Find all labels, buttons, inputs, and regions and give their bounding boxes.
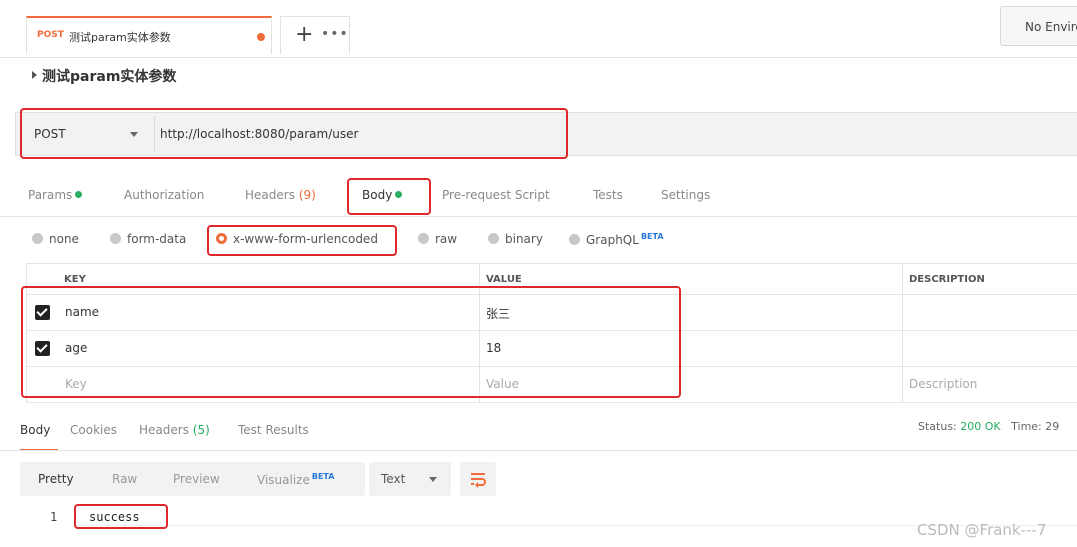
view-pretty-button[interactable]: Pretty — [38, 472, 74, 486]
response-tab-cookies[interactable]: Cookies — [70, 423, 117, 437]
headers-count: (9) — [298, 188, 316, 202]
body-type-radios: none form-data x-www-form-urlencoded raw… — [0, 228, 1077, 254]
chevron-down-icon — [429, 477, 437, 482]
column-header-description: DESCRIPTION — [909, 274, 985, 285]
wrap-lines-button[interactable] — [460, 462, 496, 496]
radio-none[interactable]: none — [32, 232, 79, 246]
more-icon[interactable]: ••• — [321, 26, 349, 42]
annotation-box-body-tab — [347, 178, 431, 215]
response-tab-headers[interactable]: Headers (5) — [139, 423, 210, 437]
beta-badge: BETA — [640, 232, 664, 241]
annotation-box-params — [21, 286, 681, 398]
radio-binary[interactable]: binary — [488, 232, 543, 246]
new-tab-button[interactable]: + ••• — [280, 16, 350, 54]
response-tab-body[interactable]: Body — [20, 423, 50, 437]
response-view-toolbar: Pretty Raw Preview Visualize BETA — [20, 462, 365, 496]
tab-pre-request-script[interactable]: Pre-request Script — [442, 188, 550, 202]
tab-headers-label: Headers — [245, 188, 295, 202]
column-header-value: VALUE — [486, 274, 522, 285]
postman-window: POST 测试param实体参数 + ••• No Environment 测试… — [0, 0, 1077, 547]
column-divider — [902, 263, 903, 403]
radio-raw[interactable]: raw — [418, 232, 457, 246]
radio-icon — [418, 233, 429, 244]
format-select[interactable]: Text — [369, 462, 451, 496]
response-status: Status: 200 OK Time: 29 — [918, 420, 1059, 433]
response-tabs: Body Cookies Headers (5) Test Results — [0, 414, 1077, 450]
divider — [0, 450, 1077, 451]
time-value: 29 — [1045, 420, 1060, 433]
request-tab-name: 测试param实体参数 — [69, 31, 171, 44]
request-tabs: Params Authorization Headers (9) Body Pr… — [0, 178, 1077, 216]
tab-authorization[interactable]: Authorization — [124, 188, 204, 202]
request-tab-method: POST — [37, 30, 64, 40]
view-visualize-button[interactable]: Visualize BETA — [257, 472, 334, 487]
radio-binary-label: binary — [505, 232, 543, 246]
visualize-label: Visualize — [257, 473, 310, 487]
time-label: Time: — [1011, 420, 1042, 433]
column-header-key: KEY — [64, 274, 86, 285]
radio-none-label: none — [49, 232, 79, 246]
tab-headers[interactable]: Headers (9) — [245, 188, 316, 202]
environment-label: No Environment — [1025, 20, 1077, 34]
radio-icon — [488, 233, 499, 244]
divider — [0, 57, 1077, 58]
radio-icon — [569, 234, 580, 245]
response-tab-headers-label: Headers — [139, 423, 189, 437]
response-headers-count: (5) — [192, 423, 210, 437]
divider — [0, 216, 1077, 217]
radio-icon — [110, 233, 121, 244]
status-value: 200 OK — [960, 420, 1001, 433]
caret-right-icon[interactable] — [32, 71, 37, 79]
wrap-lines-icon — [471, 473, 486, 488]
tab-tests[interactable]: Tests — [593, 188, 623, 202]
status-label: Status: — [918, 420, 957, 433]
radio-form-data[interactable]: form-data — [110, 232, 186, 246]
annotation-box-url — [20, 108, 568, 159]
tab-bar: POST 测试param实体参数 + ••• No Environment — [0, 0, 1077, 58]
tab-params[interactable]: Params — [28, 188, 83, 202]
view-preview-button[interactable]: Preview — [173, 472, 220, 486]
view-raw-button[interactable]: Raw — [112, 472, 137, 486]
radio-icon — [32, 233, 43, 244]
response-tab-test-results[interactable]: Test Results — [238, 423, 309, 437]
request-tab[interactable]: POST 测试param实体参数 — [26, 16, 272, 54]
radio-form-data-label: form-data — [127, 232, 187, 246]
annotation-box-urlencoded — [207, 225, 397, 256]
beta-badge: BETA — [311, 472, 335, 481]
watermark: CSDN @Frank---7 — [917, 521, 1047, 539]
unsaved-dot-icon — [257, 33, 265, 41]
active-dot-icon — [75, 191, 83, 198]
new-description-input[interactable]: Description — [909, 377, 977, 391]
tab-params-label: Params — [28, 188, 73, 202]
format-label: Text — [381, 472, 406, 486]
line-number: 1 — [50, 510, 58, 524]
radio-graphql-label: GraphQL — [586, 233, 639, 247]
request-title: 测试param实体参数 — [42, 69, 177, 85]
environment-select[interactable]: No Environment — [1000, 6, 1077, 46]
annotation-box-response — [74, 504, 168, 529]
radio-graphql[interactable]: GraphQL BETA — [569, 232, 664, 247]
tab-settings[interactable]: Settings — [661, 188, 710, 202]
radio-raw-label: raw — [435, 232, 458, 246]
plus-icon[interactable]: + — [295, 22, 313, 48]
